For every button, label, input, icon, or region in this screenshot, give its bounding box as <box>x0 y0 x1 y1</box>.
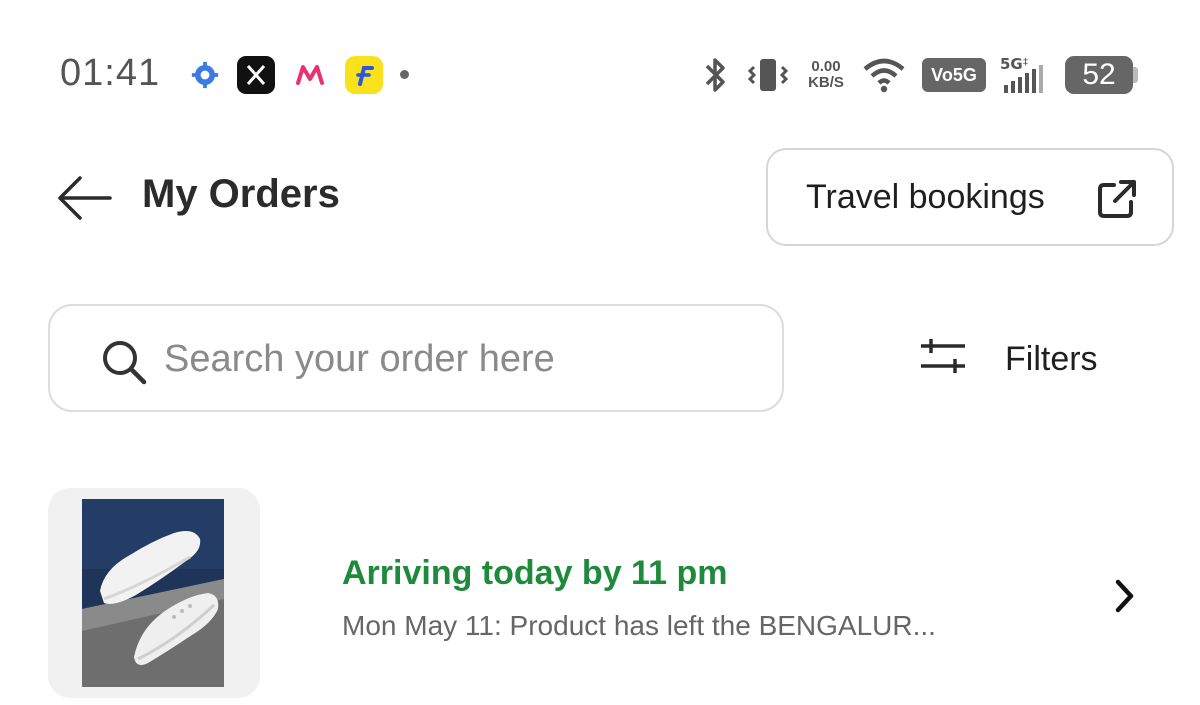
search-bar[interactable] <box>48 304 784 412</box>
wifi-icon <box>860 54 908 96</box>
travel-bookings-button[interactable]: Travel bookings <box>766 148 1174 246</box>
bluetooth-icon <box>700 54 732 96</box>
x-app-icon <box>237 56 275 94</box>
vibrate-icon <box>744 54 792 96</box>
page-title: My Orders <box>142 172 340 216</box>
search-icon <box>103 341 147 385</box>
status-bar: 01:41 0.00 KB/S Vo5G 5G ‡ 52 <box>0 0 1200 150</box>
battery-cap <box>1133 67 1138 83</box>
back-button[interactable] <box>50 170 118 226</box>
external-link-icon <box>1098 180 1136 218</box>
network-speed: 0.00 KB/S <box>802 54 850 96</box>
filters-label: Filters <box>1005 340 1098 378</box>
status-clock: 01:41 <box>60 52 161 94</box>
network-speed-value: 0.00 <box>811 58 841 75</box>
vo5g-badge: Vo5G <box>922 58 986 92</box>
myntra-icon <box>291 56 329 94</box>
signal-icon: 5G ‡ <box>998 54 1050 96</box>
network-speed-unit: KB/S <box>808 74 844 91</box>
more-notifications-dot <box>400 70 409 79</box>
order-list-item[interactable]: Arriving today by 11 pm Mon May 11: Prod… <box>0 480 1200 705</box>
battery-indicator: 52 <box>1065 56 1133 94</box>
travel-bookings-label: Travel bookings <box>806 178 1045 216</box>
chevron-right-icon[interactable] <box>1104 576 1144 616</box>
svg-text:5G: 5G <box>1000 55 1023 73</box>
flipkart-icon <box>345 56 383 94</box>
filter-sliders-icon <box>921 339 965 373</box>
svg-text:‡: ‡ <box>1023 57 1028 68</box>
gear-icon <box>186 56 224 94</box>
filters-button[interactable]: Filters <box>915 330 1115 390</box>
order-status: Arriving today by 11 pm <box>342 554 728 592</box>
search-input[interactable] <box>164 336 724 382</box>
back-arrow-icon <box>58 176 112 220</box>
order-detail: Mon May 11: Product has left the BENGALU… <box>342 610 936 641</box>
product-thumbnail <box>48 488 260 698</box>
product-image <box>82 499 224 687</box>
